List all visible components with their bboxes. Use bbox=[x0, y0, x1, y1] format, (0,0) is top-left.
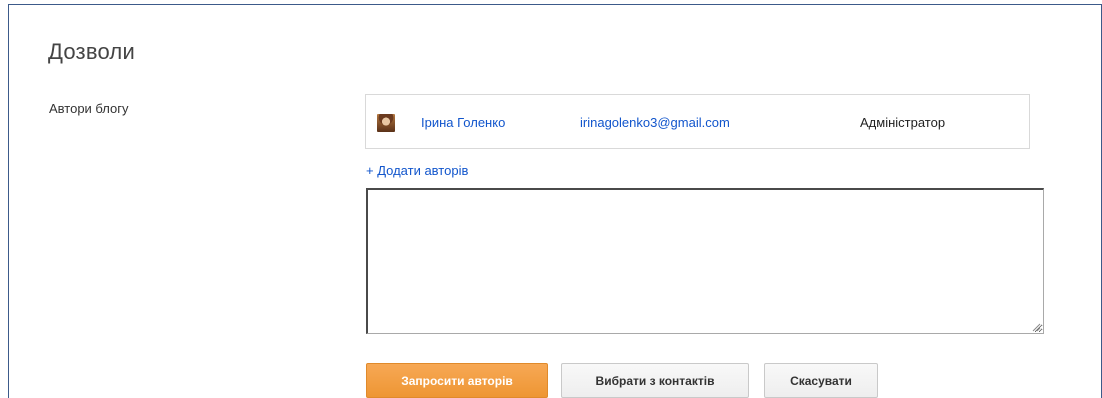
author-role: Адміністратор bbox=[860, 115, 946, 130]
choose-from-contacts-button[interactable]: Вибрати з контактів bbox=[561, 363, 749, 398]
blog-authors-label: Автори блогу bbox=[49, 101, 129, 116]
author-email-link[interactable]: irinagolenko3@gmail.com bbox=[580, 115, 730, 130]
author-name-link[interactable]: Ірина Голенко bbox=[421, 115, 505, 130]
add-authors-link[interactable]: + Додати авторів bbox=[366, 163, 468, 178]
author-row: Ірина Голенко irinagolenko3@gmail.com Ад… bbox=[366, 95, 1029, 150]
authors-list: Ірина Голенко irinagolenko3@gmail.com Ад… bbox=[365, 94, 1030, 149]
invite-authors-textarea[interactable] bbox=[366, 188, 1044, 334]
page-title: Дозволи bbox=[48, 39, 135, 64]
avatar bbox=[377, 114, 395, 132]
invite-authors-button[interactable]: Запросити авторів bbox=[366, 363, 548, 398]
cancel-button[interactable]: Скасувати bbox=[764, 363, 878, 398]
